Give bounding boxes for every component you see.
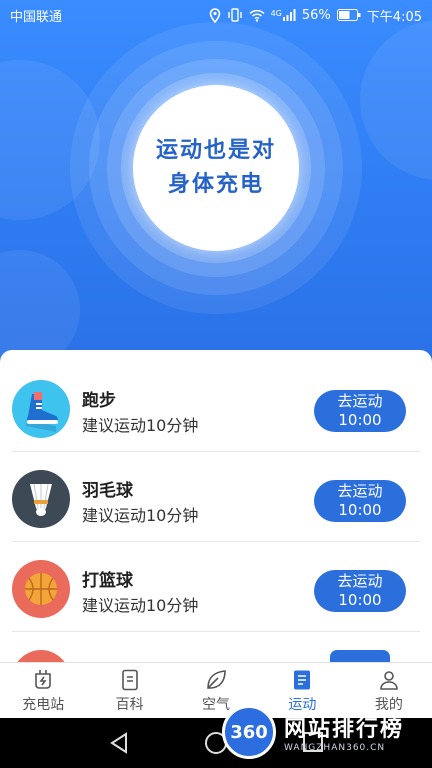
clock: 下午4:05	[366, 9, 422, 25]
leaf-icon	[204, 668, 228, 694]
tab-encyclopedia[interactable]: 百科	[86, 663, 172, 718]
battery-percent: 56%	[301, 7, 331, 23]
slogan-line-2: 身体充电	[167, 172, 264, 197]
tab-charging-station[interactable]: 充电站	[0, 663, 86, 718]
watermark-badge: 360	[222, 705, 276, 759]
button-duration: 10:00	[338, 411, 382, 429]
sport-hint: 建议运动10分钟	[82, 506, 199, 525]
watermark-title: 网站排行榜	[284, 717, 405, 742]
sport-hint: 建议运动10分钟	[82, 596, 199, 615]
button-label: 去运动	[337, 572, 383, 590]
sport-name: 跑步	[82, 391, 116, 411]
wifi-icon	[249, 9, 265, 22]
list-item[interactable]: 羽毛球 建议运动10分钟 去运动 10:00	[0, 452, 432, 542]
running-shoe-icon	[12, 380, 70, 438]
watermark-subtitle: WANGZHAN360.CN	[284, 743, 386, 753]
hero-decoration	[360, 20, 432, 180]
button-duration: 10:00	[338, 501, 382, 519]
list-item[interactable]: 打篮球 建议运动10分钟 去运动 10:00	[0, 542, 432, 632]
notebook-icon	[290, 668, 314, 694]
signal-icon: 4G	[271, 9, 296, 21]
start-exercise-button[interactable]: 去运动 10:00	[314, 570, 406, 612]
list-item[interactable]	[0, 632, 432, 662]
list-item[interactable]: 跑步 建议运动10分钟 去运动 10:00	[0, 362, 432, 452]
start-exercise-button[interactable]	[330, 650, 390, 662]
carrier-name: 中国联通	[10, 9, 63, 25]
shuttlecock-icon	[12, 470, 70, 528]
site-watermark: 360 网站排行榜 WANGZHAN360.CN	[222, 704, 432, 760]
sport-name: 羽毛球	[82, 481, 133, 501]
basketball-icon	[12, 560, 70, 618]
button-label: 去运动	[337, 392, 383, 410]
sports-list: 跑步 建议运动10分钟 去运动 10:00 羽毛球 建议运动10分钟 去运动 1…	[0, 350, 432, 662]
vibrate-icon	[227, 8, 243, 22]
tab-label: 充电站	[22, 696, 65, 713]
back-triangle-icon[interactable]	[108, 731, 130, 759]
slogan-line-1: 运动也是对	[155, 138, 276, 163]
button-duration: 10:00	[338, 591, 382, 609]
person-icon	[377, 668, 401, 694]
document-icon	[118, 668, 142, 694]
plug-icon	[31, 668, 55, 694]
hero-banner: 运动也是对 身体充电	[0, 0, 432, 380]
sport-name: 打篮球	[82, 571, 133, 591]
network-type: 4G	[270, 9, 282, 18]
button-label: 去运动	[337, 482, 383, 500]
start-exercise-button[interactable]: 去运动 10:00	[314, 480, 406, 522]
status-bar: 中国联通 4G 56% 下午4:05	[0, 0, 432, 30]
tab-label: 百科	[115, 696, 144, 713]
sport-icon	[12, 650, 70, 662]
location-icon	[209, 7, 221, 23]
sport-hint: 建议运动10分钟	[82, 416, 199, 435]
slogan-circle: 运动也是对 身体充电	[133, 85, 299, 251]
battery-icon	[336, 9, 361, 21]
start-exercise-button[interactable]: 去运动 10:00	[314, 390, 406, 432]
